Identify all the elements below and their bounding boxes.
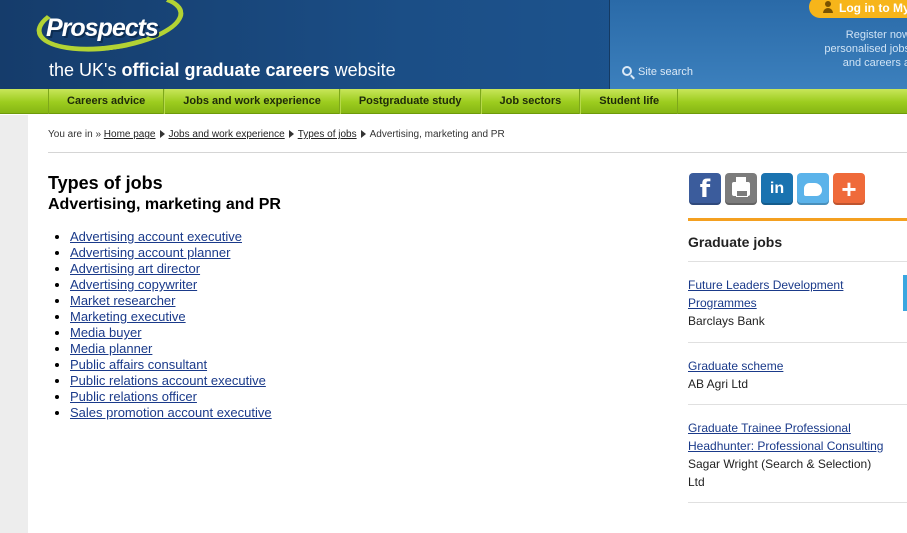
breadcrumb-prefix: You are in » [48,129,102,140]
page-title: Types of jobs [48,173,163,193]
graduate-job-link[interactable]: Future Leaders Development Programmes [688,278,843,310]
job-link[interactable]: Advertising art director [70,261,200,276]
search-icon [622,66,632,76]
job-link[interactable]: Advertising account executive [70,229,242,244]
graduate-jobs-title: Graduate jobs [688,234,783,250]
list-item: Public relations officer [55,389,272,405]
login-button[interactable]: Log in to My [809,0,907,18]
breadcrumb-home[interactable]: Home page [104,129,156,140]
employer-name: Sagar Wright (Search & Selection) Ltd [688,455,903,491]
sidebar-accent-bar [688,218,907,221]
job-title-line: Headhunter: Professional Consulting [688,439,884,453]
linkedin-glyph: in [769,180,785,197]
sidebar-divider [688,502,907,503]
list-item: Sales promotion account executive [55,405,272,421]
scroll-tab-indicator[interactable] [903,275,907,311]
list-item: Marketing executive [55,309,272,325]
job-link[interactable]: Public relations officer [70,389,197,404]
breadcrumb-types-of-jobs[interactable]: Types of jobs [298,129,357,140]
register-line: and careers a [842,57,907,69]
job-link[interactable]: Sales promotion account executive [70,405,272,420]
login-label: Log in to My [839,1,907,15]
list-item: Advertising art director [55,261,272,277]
list-item: Advertising account planner [55,245,272,261]
nav-student-life[interactable]: Student life [580,89,679,114]
facebook-icon[interactable]: f [689,173,721,205]
list-item: Advertising copywriter [55,277,272,293]
job-link[interactable]: Public relations account executive [70,373,266,388]
page-subtitle: Advertising, marketing and PR [48,196,281,213]
linkedin-icon[interactable]: in [761,173,793,205]
list-item: Public affairs consultant [55,357,272,373]
user-icon [823,1,833,13]
breadcrumb-divider [48,152,907,153]
employer-line: Ltd [688,475,705,489]
job-link[interactable]: Market researcher [70,293,175,308]
sidebar-divider [688,404,907,405]
job-link[interactable]: Advertising copywriter [70,277,197,292]
site-search-link[interactable]: Site search [622,66,693,78]
left-gutter [0,115,28,533]
main-nav: Careers advice Jobs and work experience … [0,89,907,114]
breadcrumb-jobs-and-work-experience[interactable]: Jobs and work experience [169,129,285,140]
nav-postgraduate-study[interactable]: Postgraduate study [339,89,481,114]
graduate-job-item: Graduate Trainee Professional Headhunter:… [688,419,903,491]
twitter-icon[interactable] [797,173,829,205]
nav-careers-advice[interactable]: Careers advice [48,89,165,114]
sidebar-divider [688,342,907,343]
logo-text: Prospects [46,14,159,42]
graduate-job-item: Future Leaders Development Programmes Bar… [688,276,903,330]
share-toolbar: f in + [689,173,865,205]
job-types-list: Advertising account executive Advertisin… [55,229,272,421]
graduate-job-item: Graduate scheme AB Agri Ltd [688,357,903,393]
employer-name: AB Agri Ltd [688,377,749,391]
employer-line: Sagar Wright (Search & Selection) [688,457,872,471]
employer-name: Barclays Bank [688,314,765,328]
job-link[interactable]: Media planner [70,341,152,356]
register-line: personalised jobs [824,43,907,55]
add-more-icon[interactable]: + [833,173,865,205]
list-item: Advertising account executive [55,229,272,245]
print-icon[interactable] [725,173,757,205]
nav-job-sectors[interactable]: Job sectors [480,89,581,114]
plus-glyph: + [841,173,857,204]
sidebar-divider [688,261,907,262]
list-item: Media planner [55,341,272,357]
graduate-job-link[interactable]: Graduate scheme [688,359,783,373]
job-title-line: Future Leaders Development [688,278,844,292]
job-link[interactable]: Marketing executive [70,309,186,324]
prospects-logo[interactable]: Prospects [32,0,188,61]
breadcrumb-current: Advertising, marketing and PR [369,129,505,140]
job-link[interactable]: Media buyer [70,325,142,340]
site-tagline: the UK's official graduate careers websi… [49,60,396,80]
breadcrumb: You are in » Home page Jobs and work expe… [48,129,505,140]
facebook-glyph: f [699,175,711,203]
job-title-line: Programmes [688,296,757,310]
register-line: Register now [845,29,907,41]
nav-jobs-and-work-experience[interactable]: Jobs and work experience [164,89,340,114]
graduate-job-link[interactable]: Graduate Trainee Professional Headhunter:… [688,421,883,453]
job-link[interactable]: Public affairs consultant [70,357,207,372]
list-item: Public relations account executive [55,373,272,389]
breadcrumb-arrow-icon [159,130,165,138]
list-item: Media buyer [55,325,272,341]
breadcrumb-arrow-icon [288,130,294,138]
job-title-line: Graduate Trainee Professional [688,421,851,435]
breadcrumb-arrow-icon [360,130,366,138]
list-item: Market researcher [55,293,272,309]
bird-shape [804,182,822,196]
job-link[interactable]: Advertising account planner [70,245,230,260]
register-promo[interactable]: Register now personalised jobs and caree… [820,28,907,70]
printer-shape [732,177,750,197]
site-search-label: Site search [638,66,694,78]
